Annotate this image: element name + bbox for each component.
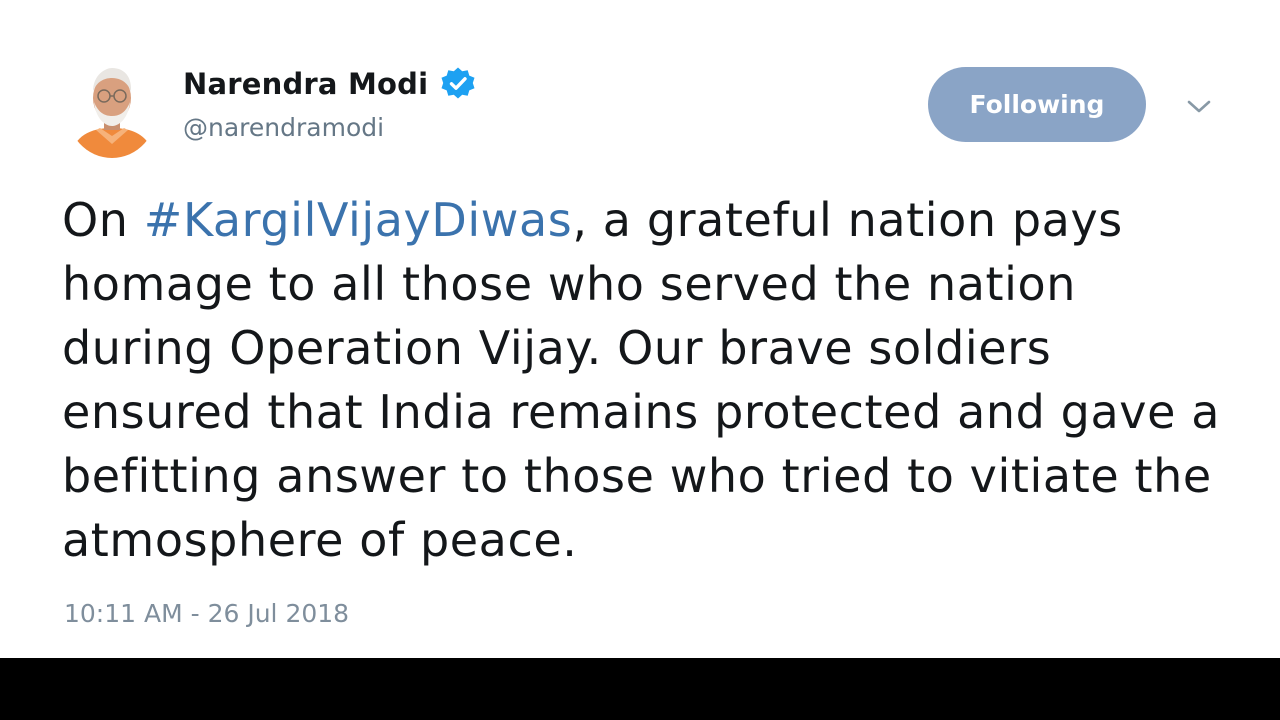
tweet-menu-button[interactable] (1180, 90, 1218, 124)
tweet-text-before: On (62, 193, 144, 247)
chevron-down-icon (1187, 100, 1211, 113)
author-name-row: Narendra Modi (183, 62, 476, 106)
hashtag-link[interactable]: #KargilVijayDiwas (144, 193, 573, 247)
tweet-card: Narendra Modi @narendramodi Following On… (0, 0, 1280, 658)
bottom-black-bar (0, 658, 1280, 720)
author-display-name[interactable]: Narendra Modi (183, 67, 428, 101)
author-handle[interactable]: @narendramodi (183, 113, 384, 142)
tweet-text-after: , a grateful nation pays homage to all t… (62, 193, 1220, 567)
tweet-timestamp[interactable]: 10:11 AM - 26 Jul 2018 (64, 599, 349, 628)
following-button[interactable]: Following (928, 67, 1146, 142)
author-avatar[interactable] (66, 58, 158, 158)
verified-badge-icon (440, 66, 476, 102)
tweet-text: On #KargilVijayDiwas, a grateful nation … (62, 188, 1232, 572)
avatar-portrait-icon (66, 58, 158, 158)
